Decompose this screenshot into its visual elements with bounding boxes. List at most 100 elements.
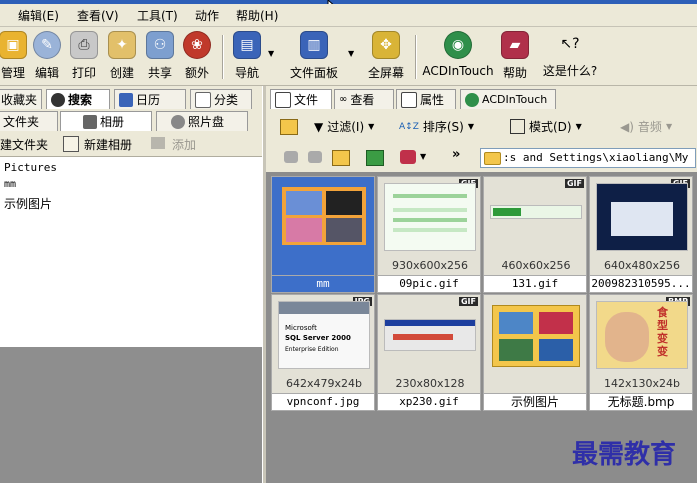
thumbnail-name[interactable]: xp230.gif <box>377 393 481 411</box>
new-folder-button[interactable]: 建文件夹 <box>0 136 48 153</box>
tab-acdintouch-label: ACDInTouch <box>482 93 548 106</box>
thumbnail-name[interactable]: 无标题.bmp <box>589 393 693 411</box>
thumbnail-dimensions: 930x600x256 <box>391 259 468 272</box>
thumbnail-item[interactable] <box>271 176 375 276</box>
subtab-album-label: 相册 <box>100 115 125 129</box>
thumbnail-item[interactable]: BMP 食型变变 142x130x24b <box>589 294 693 394</box>
forward-icon[interactable] <box>308 151 322 163</box>
menu-help[interactable]: 帮助(H) <box>236 7 278 24</box>
mode-button[interactable]: 模式(D) ▼ <box>510 118 582 135</box>
disc-icon <box>171 114 185 129</box>
extra-label: 额外 <box>184 66 209 80</box>
filter-button[interactable]: ▼ 过滤(I) ▼ <box>314 118 374 135</box>
fullscreen-icon: ✥ <box>372 31 400 59</box>
favorites-dropdown-arrow-icon[interactable]: ▼ <box>420 152 426 161</box>
funnel-icon: ▼ <box>314 119 324 134</box>
sort-button[interactable]: A↕Z 排序(S) ▼ <box>399 118 474 135</box>
image-thumbnail <box>490 205 582 219</box>
manage-button[interactable]: ▣ 管理 <box>0 31 28 81</box>
image-thumbnail <box>384 319 476 351</box>
tab-calendar-label: 日历 <box>136 93 161 107</box>
more-chevron-icon[interactable]: » <box>452 147 460 162</box>
tab-file[interactable]: 文件 <box>270 89 332 109</box>
thumbnail-name[interactable]: 131.gif <box>483 275 587 293</box>
binoculars-icon <box>51 92 65 107</box>
print-button[interactable]: ⎙ 打印 <box>69 31 99 81</box>
thumbnail-item[interactable]: JPG Microsoft SQL Server 2000 Enterprise… <box>271 294 375 394</box>
thumbnail-name[interactable]: 200982310595... <box>589 275 693 293</box>
tab-search[interactable]: 搜索 <box>46 89 110 109</box>
address-bar[interactable]: :s and Settings\xiaoliang\My D <box>480 148 696 168</box>
gif-badge: GIF <box>564 179 584 188</box>
whatsthis-icon: ↖? <box>557 31 583 57</box>
edit-button[interactable]: ✎ 编辑 <box>32 31 62 81</box>
mode-icon <box>510 119 525 134</box>
thumbnail-dimensions: 642x479x24b <box>286 377 362 390</box>
navigate-dropdown-arrow-icon[interactable]: ▼ <box>268 49 274 58</box>
acdintouch-button[interactable]: ◉ ACDInTouch <box>422 31 494 81</box>
audio-button[interactable]: ◀) 音频 ▼ <box>620 118 672 135</box>
menu-actions[interactable]: 动作 <box>195 7 219 24</box>
tab-acdintouch[interactable]: ACDInTouch <box>460 89 556 109</box>
help-label: 帮助 <box>502 66 527 80</box>
create-button[interactable]: ✦ 创建 <box>107 31 137 81</box>
help-button[interactable]: ▰ 帮助 <box>500 31 530 81</box>
filter-dropdown-arrow-icon: ▼ <box>368 122 375 131</box>
thumbnail-item[interactable] <box>483 294 587 394</box>
new-album-button[interactable]: 新建相册 <box>84 136 132 153</box>
extra-button[interactable]: ❀ 额外 <box>182 31 212 81</box>
tab-category[interactable]: 分类 <box>190 89 252 109</box>
tab-favorites[interactable]: 收藏夹 <box>0 89 42 109</box>
image-thumbnail <box>596 183 688 251</box>
thumbnail-name[interactable]: 09pic.gif <box>377 275 481 293</box>
navigate-label: 导航 <box>234 66 259 80</box>
menu-view[interactable]: 查看(V) <box>77 7 119 24</box>
file-list-tabs: 文件 ∞ 查看 属性 ACDInTouch <box>266 86 697 110</box>
navigate-button[interactable]: ▤ 导航 <box>230 31 264 81</box>
tab-file-label: 文件 <box>294 93 319 107</box>
album-actions: 建文件夹 新建相册 添加 <box>0 132 262 157</box>
add-button[interactable]: 添加 <box>172 136 196 153</box>
image-thumbnail: 食型变变 <box>596 301 688 369</box>
tree-item-pictures[interactable]: Pictures <box>4 161 57 174</box>
thumbnail-dimensions: 640x480x256 <box>603 259 680 272</box>
thumbnail-item[interactable]: GIF 640x480x256 <box>589 176 693 276</box>
thumbnail-item[interactable]: GIF 230x80x128 <box>377 294 481 394</box>
filepanel-button[interactable]: ▥ 文件面板 <box>286 31 342 81</box>
subtab-album[interactable]: 相册 <box>60 111 152 131</box>
tab-properties[interactable]: 属性 <box>396 89 456 109</box>
thumbnail-name[interactable]: 示例图片 <box>483 393 587 411</box>
whatsthis-button[interactable]: ↖? 这是什么? <box>540 31 600 81</box>
subtab-photodisc[interactable]: 照片盘 <box>156 111 248 131</box>
favorites-heart-icon[interactable] <box>400 150 416 164</box>
subtab-folder[interactable]: 文件夹 <box>0 111 58 131</box>
menu-edit[interactable]: 编辑(E) <box>18 7 59 24</box>
thumbnail-item[interactable]: GIF 460x60x256 <box>483 176 587 276</box>
share-icon: ⚇ <box>146 31 174 59</box>
new-folder-icon[interactable] <box>280 119 298 135</box>
left-subtabs: 文件夹 相册 照片盘 <box>0 110 262 133</box>
new-album-icon <box>63 136 79 152</box>
filepanel-label: 文件面板 <box>289 66 338 80</box>
album-icon <box>83 114 97 129</box>
tab-view[interactable]: ∞ 查看 <box>334 89 394 109</box>
share-button[interactable]: ⚇ 共享 <box>145 31 175 81</box>
sort-label: 排序(S) <box>422 120 464 134</box>
edit-label: 编辑 <box>34 66 59 80</box>
thumbnail-name[interactable]: vpnconf.jpg <box>271 393 375 411</box>
back-icon[interactable] <box>284 151 298 163</box>
thumbnail-item[interactable]: GIF 930x600x256 <box>377 176 481 276</box>
properties-icon <box>401 91 417 108</box>
globe-icon <box>465 92 479 107</box>
tree-item-mm[interactable]: mm <box>4 179 16 190</box>
add-icon <box>151 137 165 149</box>
tree-item-sample-pictures[interactable]: 示例图片 <box>4 195 52 212</box>
thumbnail-name[interactable]: mm <box>271 275 375 293</box>
up-folder-icon[interactable] <box>332 150 350 166</box>
tab-calendar[interactable]: 日历 <box>114 89 186 109</box>
filepanel-dropdown-arrow-icon[interactable]: ▼ <box>348 49 354 58</box>
refresh-icon[interactable] <box>366 150 384 166</box>
file-icon <box>275 91 291 108</box>
fullscreen-button[interactable]: ✥ 全屏幕 <box>365 31 407 81</box>
menu-tools[interactable]: 工具(T) <box>137 7 178 24</box>
